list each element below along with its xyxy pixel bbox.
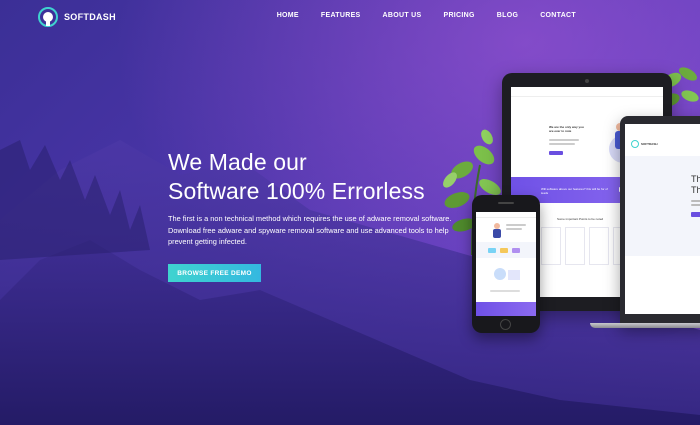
laptop-base	[590, 323, 700, 328]
nav-item-contact[interactable]: CONTACT	[540, 12, 576, 19]
hero-headline-line-1: We Made our	[168, 149, 307, 175]
browse-free-demo-button[interactable]: BROWSE FREE DEMO	[168, 264, 261, 282]
nav-item-features[interactable]: FEATURES	[321, 12, 361, 19]
laptop-brand: SOFTDASH	[641, 142, 658, 146]
nav-item-about-us[interactable]: ABOUT US	[383, 12, 422, 19]
nav-item-blog[interactable]: BLOG	[497, 12, 518, 19]
main-menu: HOME FEATURES ABOUT US PRICING BLOG CONT…	[277, 12, 576, 19]
nav-item-home[interactable]: HOME	[277, 12, 299, 19]
laptop-mockup: SOFTDASH Th Th	[620, 116, 700, 326]
hero-description: The first is a non technical method whic…	[168, 214, 452, 247]
brand-name: SOFTDASH	[64, 12, 116, 22]
tablet-heading: We are the only way you are ever to note	[549, 125, 584, 133]
hero-headline: We Made our Software 100% Errorless	[168, 148, 425, 206]
laptop-screen: SOFTDASH Th Th	[625, 124, 700, 314]
brand-logo[interactable]: SOFTDASH	[38, 7, 116, 27]
phone-home-button	[500, 319, 511, 330]
tablet-banner: Will software above our features? this w…	[541, 187, 608, 195]
softdash-logo-icon	[38, 7, 58, 27]
laptop-heading: Th Th	[691, 174, 700, 195]
phone-screen	[476, 212, 536, 316]
nav-item-pricing[interactable]: PRICING	[443, 12, 474, 19]
phone-speaker	[498, 202, 514, 204]
top-navbar: SOFTDASH HOME FEATURES ABOUT US PRICING …	[0, 0, 700, 34]
tablet-camera	[585, 79, 589, 83]
hero-headline-line-2: Software 100% Errorless	[168, 178, 425, 204]
tablet-features-heading: Some important Points to be noted	[557, 217, 604, 221]
phone-mockup	[472, 195, 540, 333]
